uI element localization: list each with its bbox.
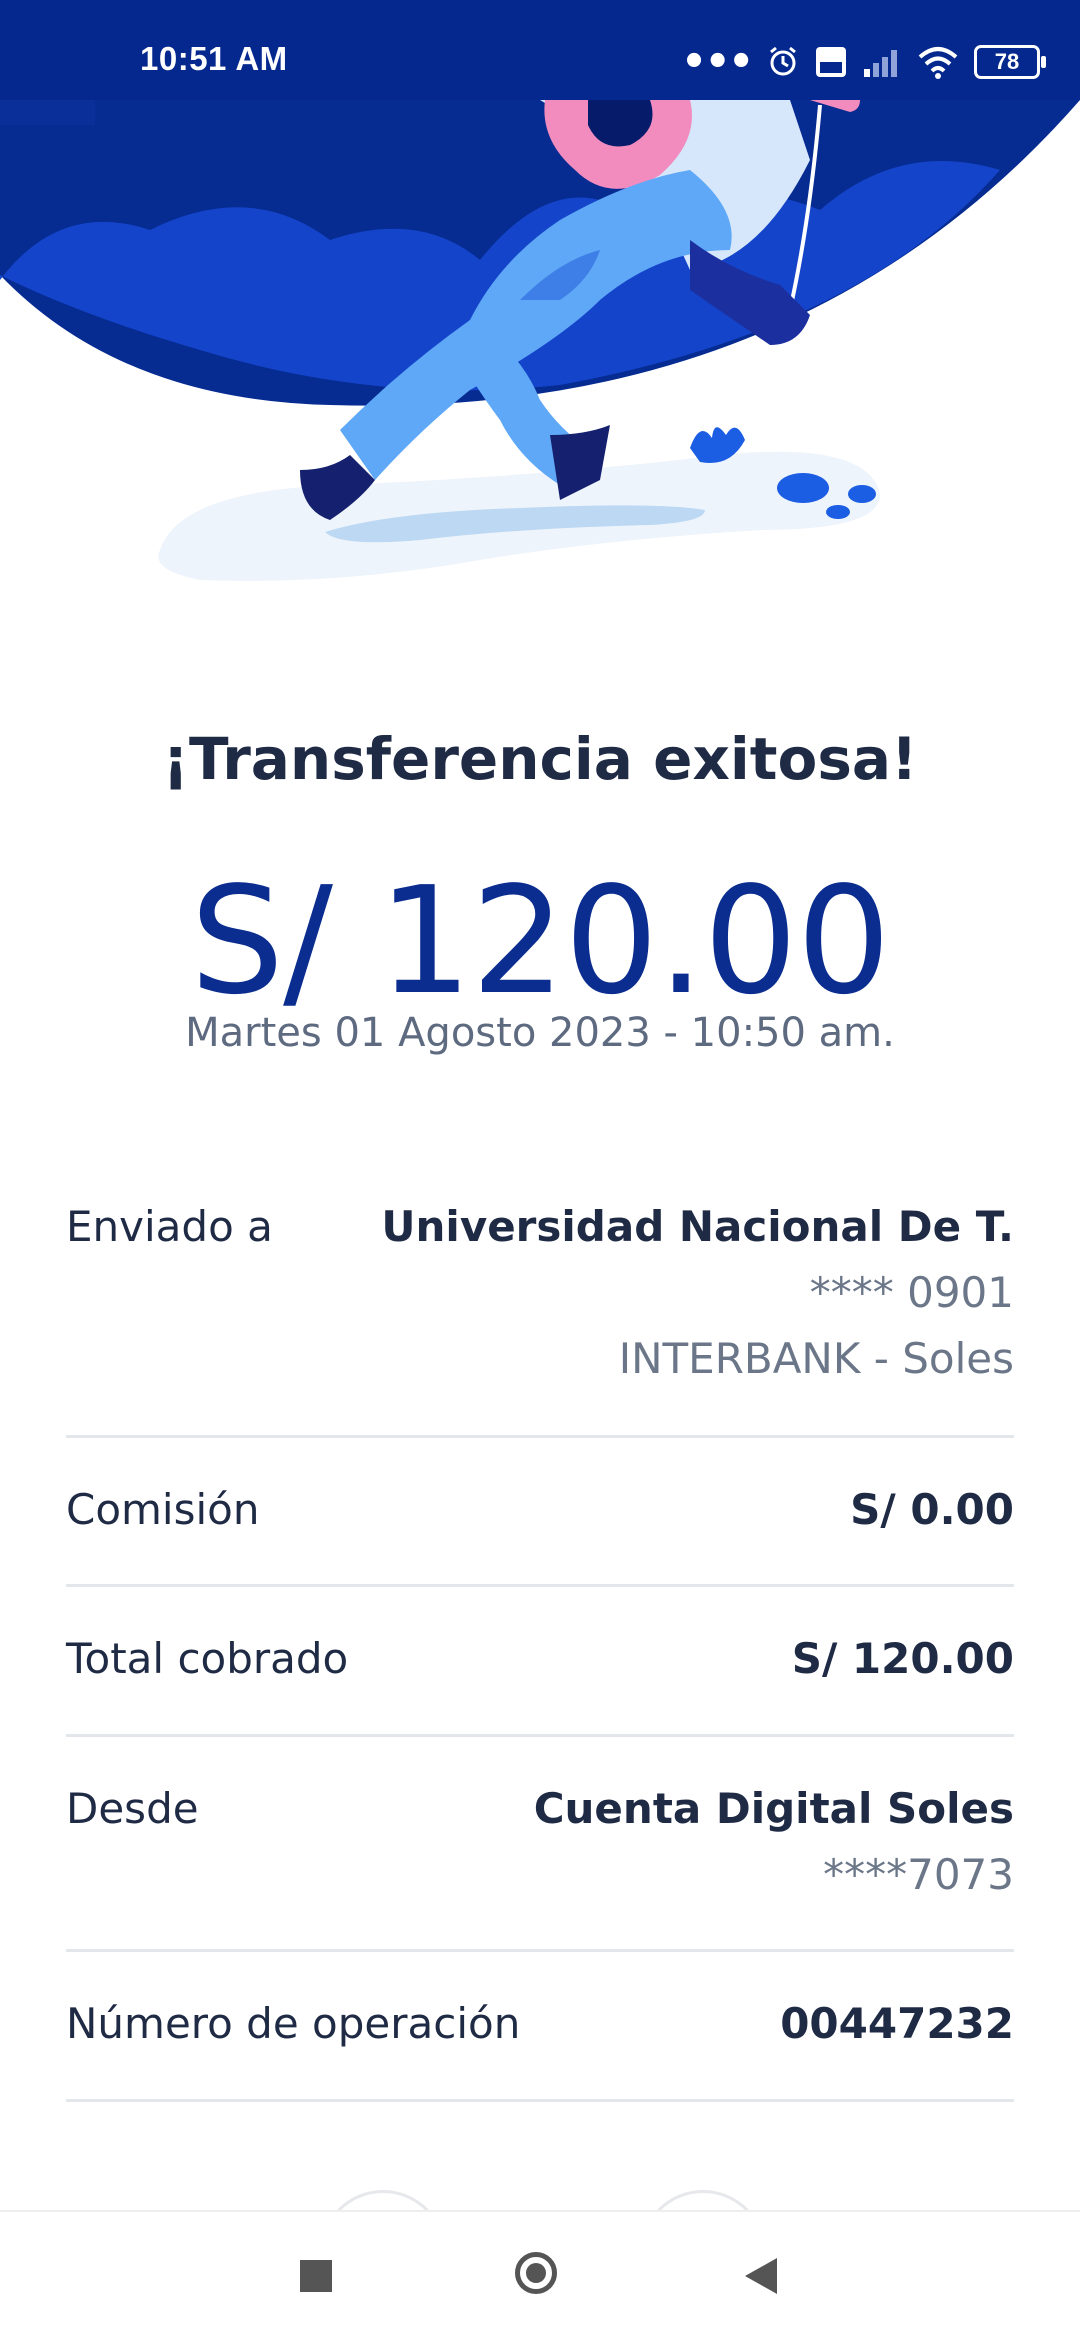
sent-to-account: **** 0901 bbox=[809, 1268, 1014, 1317]
operation-label: Número de operación bbox=[66, 1999, 521, 2048]
commission-value: S/ 0.00 bbox=[850, 1485, 1014, 1534]
from-account-number: ****7073 bbox=[823, 1850, 1014, 1899]
row-operation: Número de operación 00447232 bbox=[66, 1949, 1014, 2102]
operation-number: 00447232 bbox=[780, 1999, 1014, 2048]
recents-icon[interactable] bbox=[300, 2260, 332, 2292]
row-from: Desde Cuenta Digital Soles ****7073 bbox=[66, 1734, 1014, 1952]
status-time: 10:51 AM bbox=[140, 40, 288, 77]
signal-icon bbox=[864, 50, 897, 77]
status-icons: ••• 78 bbox=[681, 39, 1046, 85]
transfer-amount: S/ 120.00 bbox=[190, 855, 891, 1027]
system-nav-bar bbox=[0, 2210, 1080, 2342]
from-label: Desde bbox=[66, 1784, 199, 1833]
volte-icon bbox=[816, 47, 846, 77]
home-icon[interactable] bbox=[515, 2252, 557, 2294]
back-icon[interactable] bbox=[745, 2258, 777, 2294]
wifi-icon bbox=[918, 47, 958, 79]
commission-label: Comisión bbox=[66, 1485, 260, 1534]
transfer-datetime: Martes 01 Agosto 2023 - 10:50 am. bbox=[185, 1010, 895, 1056]
row-commission: Comisión S/ 0.00 bbox=[66, 1435, 1014, 1587]
total-label: Total cobrado bbox=[66, 1634, 349, 1683]
total-value: S/ 120.00 bbox=[791, 1634, 1014, 1683]
more-dots-icon: ••• bbox=[681, 39, 754, 85]
success-illustration bbox=[0, 100, 1080, 581]
sent-to-name: Universidad Nacional De T. bbox=[381, 1202, 1014, 1251]
sent-to-bank: INTERBANK - Soles bbox=[618, 1334, 1014, 1383]
status-bar: 10:51 AM ••• 78 bbox=[0, 0, 1080, 100]
battery-level: 78 bbox=[994, 49, 1020, 74]
alarm-icon bbox=[770, 46, 796, 76]
from-account-name: Cuenta Digital Soles bbox=[533, 1784, 1014, 1833]
success-title: ¡Transferencia exitosa! bbox=[162, 725, 918, 793]
sent-to-label: Enviado a bbox=[66, 1202, 273, 1251]
row-sent-to: Enviado a Universidad Nacional De T. ***… bbox=[66, 1180, 1014, 1438]
row-total: Total cobrado S/ 120.00 bbox=[66, 1584, 1014, 1737]
battery-icon: 78 bbox=[974, 45, 1046, 79]
